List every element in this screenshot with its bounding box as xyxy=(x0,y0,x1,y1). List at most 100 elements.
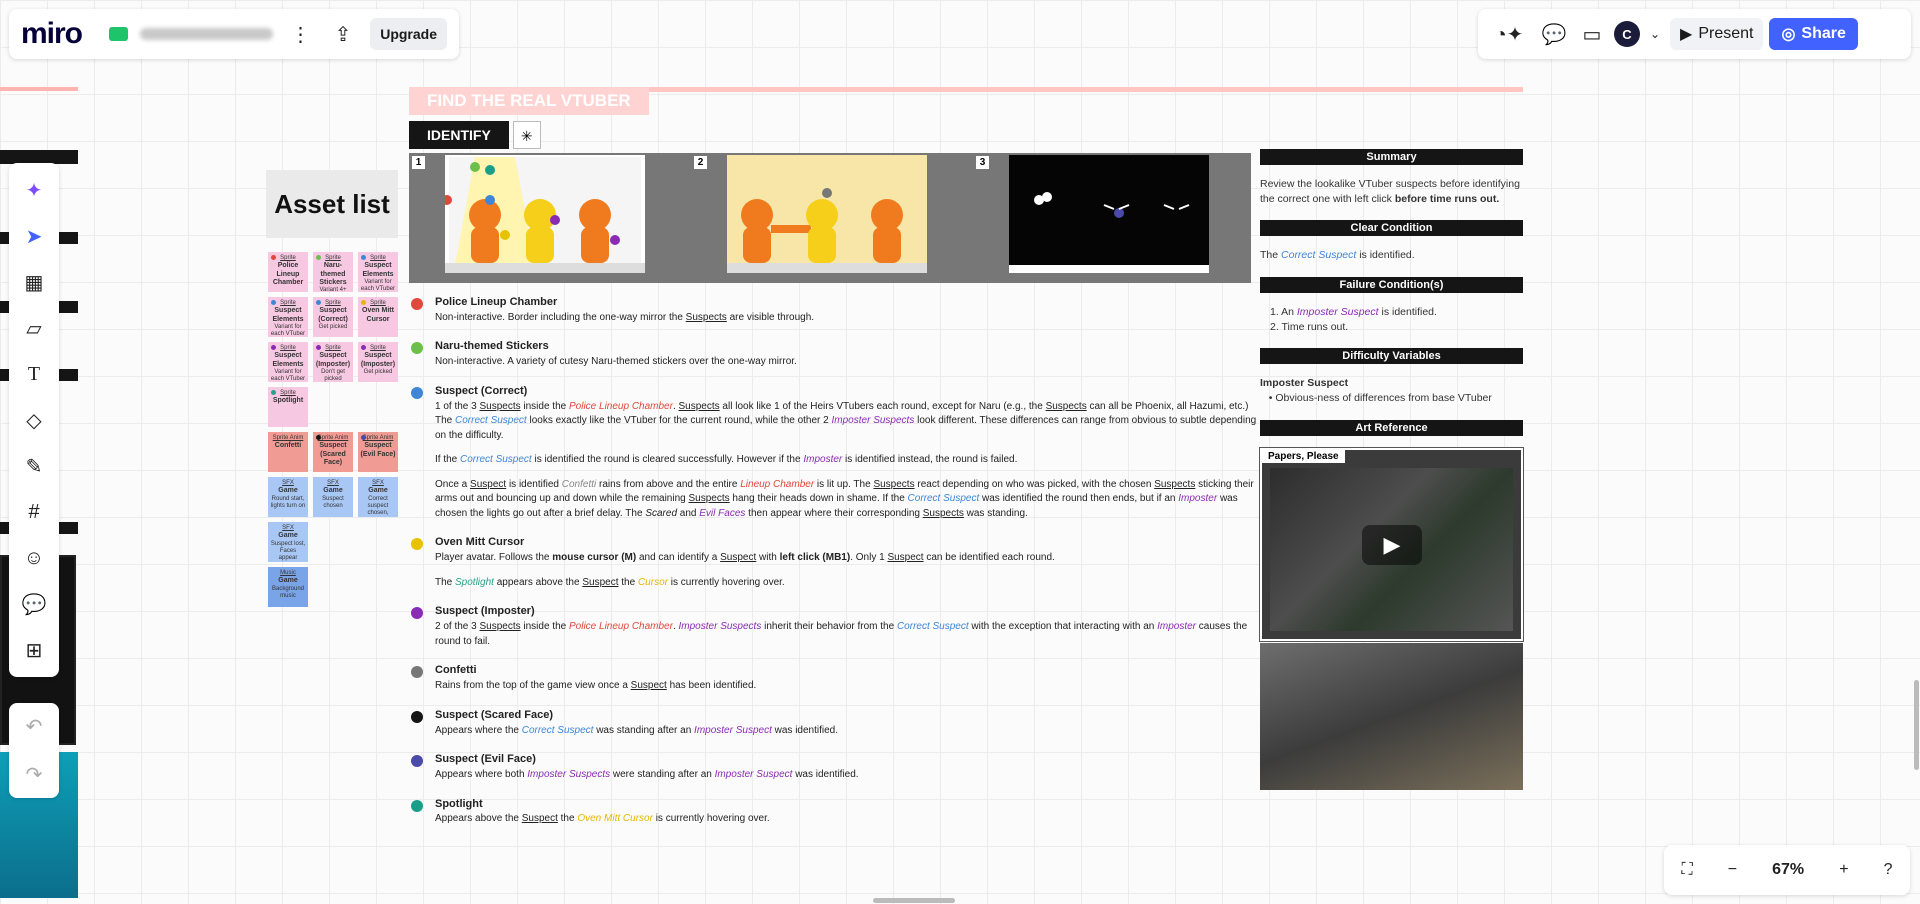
sticky-name: Suspect Elements xyxy=(272,307,304,323)
panel-number: 3 xyxy=(976,156,989,169)
text-tool-icon[interactable]: T xyxy=(15,353,53,395)
canvas-fragment-bar xyxy=(0,87,78,91)
asset-sticky-note[interactable]: SFX Game Suspect lost, Faces appear xyxy=(268,522,308,562)
ai-sparkle-icon[interactable]: ✦ xyxy=(15,169,53,211)
asset-sticky-note xyxy=(313,387,353,427)
sticky-type: Sprite xyxy=(280,300,296,306)
reactions-icon[interactable]: ◔✦ xyxy=(1486,18,1532,50)
color-bullet xyxy=(411,710,423,723)
suspect-3 xyxy=(871,199,903,263)
top-left-bar: miro ⋮ ⇪ Upgrade xyxy=(9,9,459,59)
vertical-scrollbar[interactable] xyxy=(1914,680,1919,770)
sticky-type: Sprite xyxy=(325,345,341,351)
sticky-type: SFX xyxy=(282,480,294,486)
asset-sticky-note[interactable]: Sprite Suspect Elements Variant for each V… xyxy=(358,252,398,292)
play-video-icon[interactable]: ▶ xyxy=(1362,524,1422,565)
sticky-dot xyxy=(361,345,366,350)
asset-sticky-note[interactable]: Sprite Naru-themed Stickers Variant 4+ xyxy=(313,252,353,292)
miro-logo[interactable]: miro xyxy=(21,17,97,51)
element-title: Oven Mitt Cursor xyxy=(435,536,525,549)
asset-sticky-note[interactable]: SFX Game Suspect chosen xyxy=(313,477,353,517)
fit-to-screen-icon[interactable]: ⛶ xyxy=(1682,861,1693,879)
sticky-name: Suspect Elements xyxy=(362,262,394,278)
user-avatar[interactable]: C xyxy=(1614,21,1640,47)
comment-tool-icon[interactable]: 💬 xyxy=(15,583,53,625)
select-tool-icon[interactable]: ➤ xyxy=(15,215,53,257)
sticky-note-tool-icon[interactable]: ▱ xyxy=(15,307,53,349)
frame-tool-icon[interactable]: # xyxy=(15,491,53,533)
color-bullet xyxy=(411,755,423,768)
more-apps-icon[interactable]: ⊞ xyxy=(15,629,53,671)
clear-condition-heading: Clear Condition xyxy=(1260,220,1523,237)
redo-icon[interactable]: ↷ xyxy=(26,762,43,787)
sticky-type: Sprite xyxy=(325,300,341,306)
panel-1[interactable]: 1 xyxy=(409,153,687,283)
panel-2[interactable]: 2 xyxy=(691,153,969,283)
more-options-icon[interactable]: ⋮ xyxy=(285,18,315,50)
share-button[interactable]: ◎ Share xyxy=(1769,18,1858,50)
doc-title[interactable]: FIND THE REAL VTUBER xyxy=(409,87,649,115)
asset-sticky-note[interactable]: Sprite Suspect (Correct) Get picked xyxy=(313,297,353,337)
asset-sticky-note[interactable]: Sprite Suspect Elements Variant for each V… xyxy=(268,342,308,382)
video-call-icon[interactable]: ▭ xyxy=(1576,18,1608,50)
color-bullet xyxy=(411,342,423,355)
identify-tab[interactable]: IDENTIFY xyxy=(409,121,509,149)
element-title: Confetti xyxy=(435,664,477,677)
game-doc: FIND THE REAL VTUBER IDENTIFY ✳ 1 2 3 Po… xyxy=(409,87,1257,841)
sticky-name: Suspect (Scared Face) xyxy=(319,442,347,466)
board-name-blurred[interactable] xyxy=(140,28,274,40)
summary-heading: Summary xyxy=(1260,149,1523,165)
export-icon[interactable]: ⇪ xyxy=(328,18,358,50)
asset-sticky-note[interactable]: Sprite Oven Mitt Cursor xyxy=(358,297,398,337)
failure-condition-text: 1. An Imposter Suspect is identified. 2. … xyxy=(1270,306,1437,333)
sticky-type: SFX xyxy=(282,525,294,531)
element-descriptions: Police Lineup Chamber Non-interactive. Bo… xyxy=(409,295,1257,827)
chevron-down-icon[interactable]: ⌄ xyxy=(1646,18,1664,50)
asset-list-card[interactable]: Asset list xyxy=(266,170,398,238)
table-tool-icon[interactable]: ▦ xyxy=(15,261,53,303)
asset-stickies: Sprite Police Lineup Chamber Sprite Naru-th… xyxy=(268,252,398,607)
element-title: Suspect (Correct) xyxy=(435,384,528,397)
asset-sticky-note[interactable]: Sprite Anim Suspect (Evil Face) xyxy=(358,432,398,472)
zoom-in-icon[interactable]: + xyxy=(1839,861,1848,879)
element-description: Suspect (Scared Face) Appears where the C… xyxy=(409,708,1257,738)
asset-sticky-note[interactable]: Sprite Spotlight xyxy=(268,387,308,427)
art-reference-video[interactable]: Papers, Please ▶ xyxy=(1259,446,1524,642)
asset-sticky-note[interactable]: SFXGameCorrect suspect chosen, lights tu… xyxy=(358,477,398,517)
asset-sticky-note[interactable]: Sprite Anim Confetti xyxy=(268,432,308,472)
present-button[interactable]: ▶ Present xyxy=(1670,18,1764,50)
comments-icon[interactable]: 💬 xyxy=(1538,18,1570,50)
sticky-name: Suspect (Imposter) xyxy=(360,352,396,368)
sticky-type: Sprite xyxy=(280,345,296,351)
sticky-dot xyxy=(271,345,276,350)
zoom-out-icon[interactable]: − xyxy=(1728,861,1737,879)
asset-sticky-note[interactable]: Sprite Suspect (Imposter) Get picked xyxy=(358,342,398,382)
asset-sticky-note[interactable]: Sprite Suspect Elements Variant for each V… xyxy=(268,297,308,337)
sticky-name: Game xyxy=(368,487,388,495)
asset-sticky-note[interactable]: Sprite Police Lineup Chamber xyxy=(268,252,308,292)
failure-condition-heading: Failure Condition(s) xyxy=(1260,277,1523,294)
upgrade-button[interactable]: Upgrade xyxy=(370,18,447,50)
stickers-tool-icon[interactable]: ☺ xyxy=(15,537,53,579)
asset-sticky-note[interactable]: SFX Game Round start, lights turn on xyxy=(268,477,308,517)
asset-sticky-note[interactable]: Sprite Suspect (Imposter) Don't get picked xyxy=(313,342,353,382)
sticky-dot xyxy=(361,255,366,260)
sticky-name: Suspect (Imposter) xyxy=(315,352,351,368)
element-body: Rains from the top of the game view once… xyxy=(435,680,757,692)
panel-3[interactable]: 3 xyxy=(973,153,1251,283)
element-description: Suspect (Imposter) 2 of the 3 Suspects in… xyxy=(409,604,1257,649)
pen-tool-icon[interactable]: ✎ xyxy=(15,445,53,487)
asset-sticky-note xyxy=(358,387,398,427)
sticky-note: Background music xyxy=(271,585,305,599)
help-icon[interactable]: ? xyxy=(1884,861,1893,879)
shapes-tool-icon[interactable]: ◇ xyxy=(15,399,53,441)
horizontal-scrollbar[interactable] xyxy=(873,898,955,903)
asset-sticky-note[interactable]: Sprite Anim Suspect (Scared Face) xyxy=(313,432,353,472)
sticky-name: Spotlight xyxy=(272,397,304,405)
asset-sticky-note[interactable]: Music Game Background music xyxy=(268,567,308,607)
sticky-type: Sprite xyxy=(325,255,341,261)
zoom-level[interactable]: 67% xyxy=(1772,861,1804,879)
sticky-name: Confetti xyxy=(274,442,302,450)
undo-icon[interactable]: ↶ xyxy=(26,714,43,739)
sticky-type: Sprite xyxy=(280,390,296,396)
